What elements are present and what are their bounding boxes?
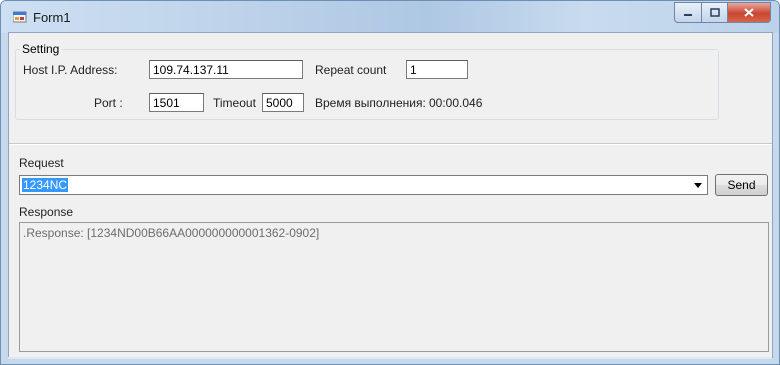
title-bar[interactable]: Form1 [1, 1, 779, 33]
port-label: Port : [94, 96, 123, 110]
combobox-dropdown-button[interactable] [690, 177, 706, 193]
request-combobox-value[interactable]: 1234NC [22, 178, 69, 192]
port-input[interactable] [149, 93, 204, 112]
exec-time-value: 00:00.046 [429, 96, 483, 110]
response-label: Response [19, 205, 74, 219]
maximize-icon [709, 8, 720, 17]
request-combobox[interactable]: 1234NC [19, 175, 708, 195]
close-button[interactable] [727, 2, 771, 23]
request-label: Request [19, 156, 64, 170]
timeout-input[interactable] [262, 93, 304, 112]
host-label: Host I.P. Address: [23, 63, 118, 77]
exec-time-label: Время выполнения: [315, 96, 426, 110]
repeat-count-input[interactable] [406, 60, 468, 79]
minimize-icon [684, 13, 692, 16]
send-button[interactable]: Send [715, 174, 768, 196]
section-divider [9, 143, 772, 145]
main-window: Form1 Setting Host I.P. Address: Repeat … [0, 0, 780, 365]
timeout-label: Timeout [213, 96, 256, 110]
caption-buttons [674, 2, 771, 23]
client-area: Setting Host I.P. Address: Repeat count … [8, 32, 773, 358]
minimize-button[interactable] [674, 2, 701, 23]
window-title: Form1 [33, 10, 71, 25]
response-text: .Response: [1234ND00B66AA000000000001362… [23, 226, 320, 240]
repeat-count-label: Repeat count [315, 63, 387, 77]
form-app-icon [13, 11, 27, 23]
close-icon [744, 8, 754, 17]
maximize-button[interactable] [701, 2, 727, 23]
host-input[interactable] [149, 60, 303, 79]
chevron-down-icon [694, 182, 702, 188]
window-bottom-edge [8, 357, 772, 359]
response-textbox[interactable]: .Response: [1234ND00B66AA000000000001362… [19, 222, 769, 352]
setting-group-label: Setting [22, 42, 60, 56]
